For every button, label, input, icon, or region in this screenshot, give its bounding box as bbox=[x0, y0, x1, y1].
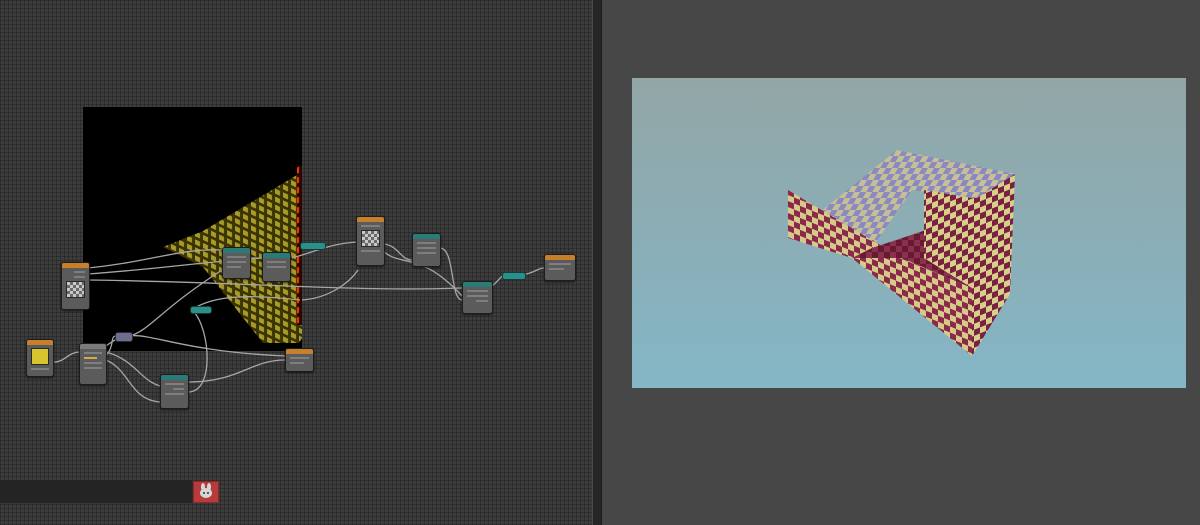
mix-node[interactable] bbox=[222, 247, 251, 279]
panel-splitter[interactable] bbox=[592, 0, 602, 525]
status-strip bbox=[0, 480, 192, 503]
mix-node[interactable] bbox=[79, 343, 107, 385]
shader-node[interactable] bbox=[462, 281, 493, 314]
mascot-icon-graphic bbox=[200, 483, 212, 498]
texture-preview bbox=[66, 281, 85, 298]
render-result bbox=[632, 78, 1186, 388]
material-output-node[interactable] bbox=[544, 254, 576, 281]
sky-background bbox=[632, 78, 1186, 388]
color-swatch bbox=[31, 348, 49, 365]
texture-preview bbox=[361, 230, 380, 247]
math-node[interactable] bbox=[412, 233, 441, 267]
node-editor[interactable] bbox=[0, 0, 592, 525]
image-texture-node[interactable] bbox=[61, 262, 90, 310]
reroute-node[interactable] bbox=[115, 332, 133, 342]
reroute-node[interactable] bbox=[300, 242, 326, 250]
reroute-node[interactable] bbox=[502, 272, 526, 280]
math-node[interactable] bbox=[160, 374, 189, 409]
reroute-node[interactable] bbox=[190, 306, 212, 314]
output-node[interactable] bbox=[285, 348, 314, 372]
mascot-thumbnail-icon[interactable] bbox=[193, 481, 219, 503]
render-image bbox=[632, 78, 1186, 388]
mix-node[interactable] bbox=[262, 252, 291, 282]
image-texture-node[interactable] bbox=[356, 216, 385, 266]
color-input-node[interactable] bbox=[26, 339, 54, 377]
